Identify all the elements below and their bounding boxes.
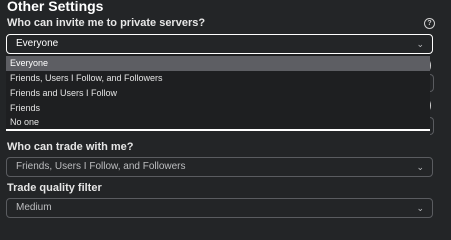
help-icon[interactable]: ? bbox=[424, 18, 435, 29]
invite-select-value: Everyone bbox=[16, 38, 59, 49]
trade-filter-select[interactable]: Medium ⌄ bbox=[6, 198, 433, 218]
dropdown-option-friends-follow[interactable]: Friends and Users I Follow bbox=[6, 86, 430, 101]
dropdown-option-friends[interactable]: Friends bbox=[6, 101, 430, 116]
chevron-down-icon: ⌄ bbox=[416, 39, 424, 49]
trade-label: Who can trade with me? bbox=[7, 141, 134, 153]
dropdown-option-no-one[interactable]: No one bbox=[6, 115, 430, 130]
trade-filter-select-value: Medium bbox=[16, 202, 52, 213]
section-title: Other Settings bbox=[7, 0, 104, 14]
chevron-down-icon: ⌄ bbox=[416, 162, 424, 172]
trade-filter-label: Trade quality filter bbox=[7, 182, 102, 194]
hidden-select-edge bbox=[430, 74, 434, 92]
dropdown-option-everyone[interactable]: Everyone bbox=[6, 56, 430, 71]
chevron-down-icon: ⌄ bbox=[416, 203, 424, 213]
invite-label: Who can invite me to private servers? bbox=[7, 17, 206, 29]
invite-dropdown-list: Everyone Friends, Users I Follow, and Fo… bbox=[6, 54, 430, 131]
hidden-select-edge bbox=[430, 117, 434, 135]
invite-select[interactable]: Everyone ⌄ bbox=[6, 34, 433, 54]
dropdown-option-friends-follow-followers[interactable]: Friends, Users I Follow, and Followers bbox=[6, 71, 430, 86]
trade-select[interactable]: Friends, Users I Follow, and Followers ⌄ bbox=[6, 157, 433, 177]
trade-select-value: Friends, Users I Follow, and Followers bbox=[16, 161, 186, 172]
